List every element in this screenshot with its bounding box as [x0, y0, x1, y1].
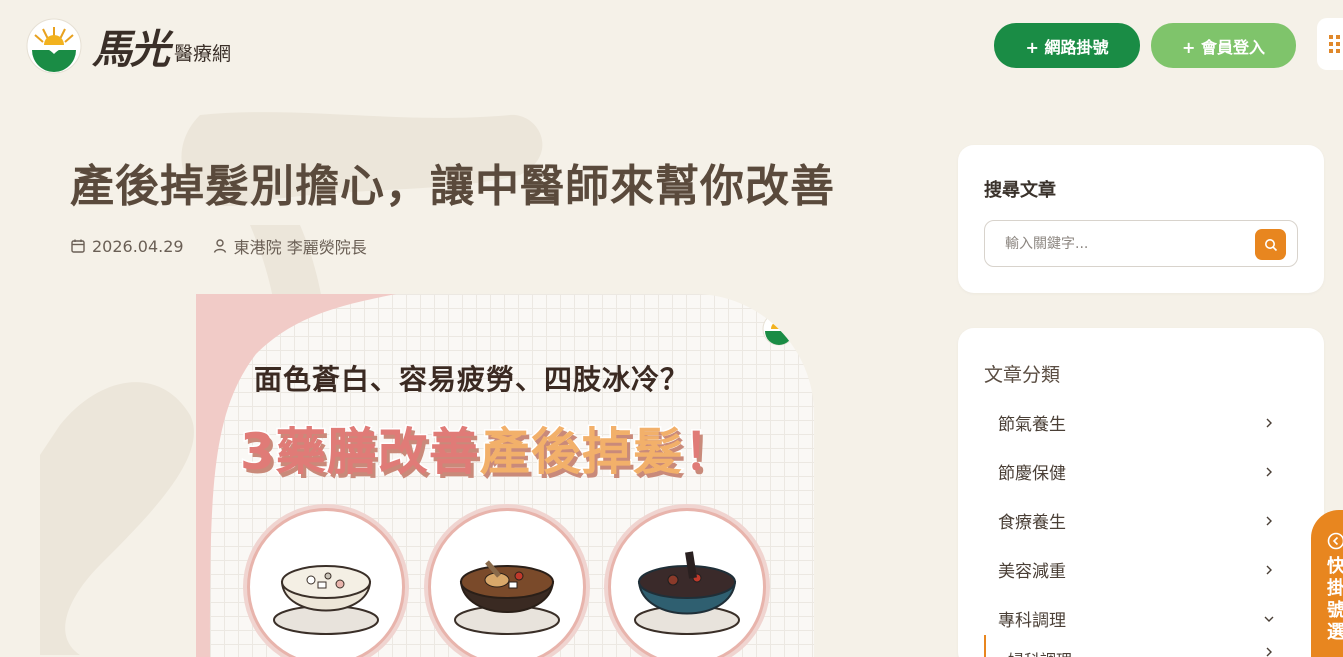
hero-headline: 3藥膳改善產後掉髮！ — [239, 412, 736, 484]
grid-menu-icon — [1329, 35, 1343, 53]
user-icon — [213, 239, 226, 253]
hero-logo-icon — [762, 312, 796, 346]
article-date-text: 2026.04.29 — [92, 236, 184, 256]
hero-headline-part1: 3藥膳改善 — [239, 422, 481, 483]
bowl-illustration-2 — [424, 504, 590, 657]
categories-card-title: 文章分類 — [984, 364, 1061, 386]
hero-headline-part2: 產後掉髮 — [478, 422, 684, 483]
article-meta: 2026.04.29 東港院 李麗熒院長 — [70, 234, 367, 258]
category-item-beauty[interactable]: 美容減重 — [984, 545, 1304, 594]
chevron-right-icon — [1266, 647, 1272, 657]
hero-subtitle: 面色蒼白、容易疲勞、四肢冰冷？ — [254, 363, 690, 396]
logo-brush-text: 馬光 — [92, 26, 170, 73]
category-item-seasonal[interactable]: 節氣養生 — [984, 398, 1304, 447]
herbal-stew-bowl-icon — [454, 560, 560, 635]
chevron-down-icon — [1264, 616, 1274, 622]
search-card-title: 搜尋文章 — [984, 180, 1056, 201]
logo-sub-text: 醫療網 — [174, 42, 232, 65]
article-date: 2026.04.29 — [70, 237, 184, 256]
category-item-diet-therapy[interactable]: 食療養生 — [984, 496, 1304, 545]
article-author-text: 東港院 李麗熒院長 — [233, 238, 367, 257]
hero-headline-part3: ！ — [682, 422, 735, 483]
search-box — [984, 220, 1298, 267]
category-item-festival[interactable]: 節慶保健 — [984, 447, 1304, 496]
chevron-right-icon — [1266, 516, 1272, 525]
category-item-label: 食療養生 — [998, 513, 1066, 533]
site-logo[interactable]: 馬光 醫療網 — [26, 18, 256, 74]
article-title: 產後掉髮別擔心，讓中醫師來幫你改善 — [70, 161, 835, 212]
bowl-illustration-3 — [604, 504, 770, 657]
bowl-illustration-1 — [243, 504, 409, 657]
subcategory-item-gynecology[interactable]: 婦科調理 — [984, 635, 1304, 657]
chevron-right-icon — [1266, 467, 1272, 476]
site-header: 馬光 醫療網 + 網路掛號 + 會員登入 — [0, 0, 1343, 92]
category-item-label: 節氣養生 — [998, 415, 1066, 435]
online-registration-button[interactable]: + 網路掛號 — [994, 23, 1140, 68]
logo-mark-icon — [26, 18, 82, 74]
category-item-label: 節慶保健 — [998, 464, 1066, 484]
search-card: 搜尋文章 — [958, 145, 1324, 293]
quick-registration-tab[interactable]: 快掛號選 — [1311, 510, 1343, 657]
subcategory-item-label: 婦科調理 — [1008, 647, 1072, 657]
article-hero-image: 面色蒼白、容易疲勞、四肢冰冷？ 3藥膳改善產後掉髮！ — [196, 294, 814, 657]
quick-tab-label: 快掛號選 — [1327, 556, 1343, 643]
soup-bowl-icon — [273, 565, 379, 635]
category-item-label: 美容減重 — [998, 562, 1066, 582]
clay-pot-icon — [634, 551, 740, 635]
search-icon — [1264, 238, 1277, 251]
arrow-circle-icon — [1327, 532, 1343, 550]
chevron-right-icon — [1266, 418, 1272, 427]
categories-card: 文章分類 節氣養生 節慶保健 食療養生 美容減重 專科調理 婦科調理 — [958, 328, 1324, 657]
menu-button[interactable] — [1317, 18, 1343, 70]
category-item-label: 專科調理 — [998, 611, 1066, 631]
calendar-icon — [71, 239, 85, 253]
category-list: 節氣養生 節慶保健 食療養生 美容減重 專科調理 — [984, 398, 1304, 643]
chevron-right-icon — [1266, 565, 1272, 574]
article-author: 東港院 李麗熒院長 — [212, 234, 367, 258]
search-button[interactable] — [1255, 229, 1286, 260]
member-login-button[interactable]: + 會員登入 — [1151, 23, 1296, 68]
search-input[interactable] — [985, 221, 1245, 266]
